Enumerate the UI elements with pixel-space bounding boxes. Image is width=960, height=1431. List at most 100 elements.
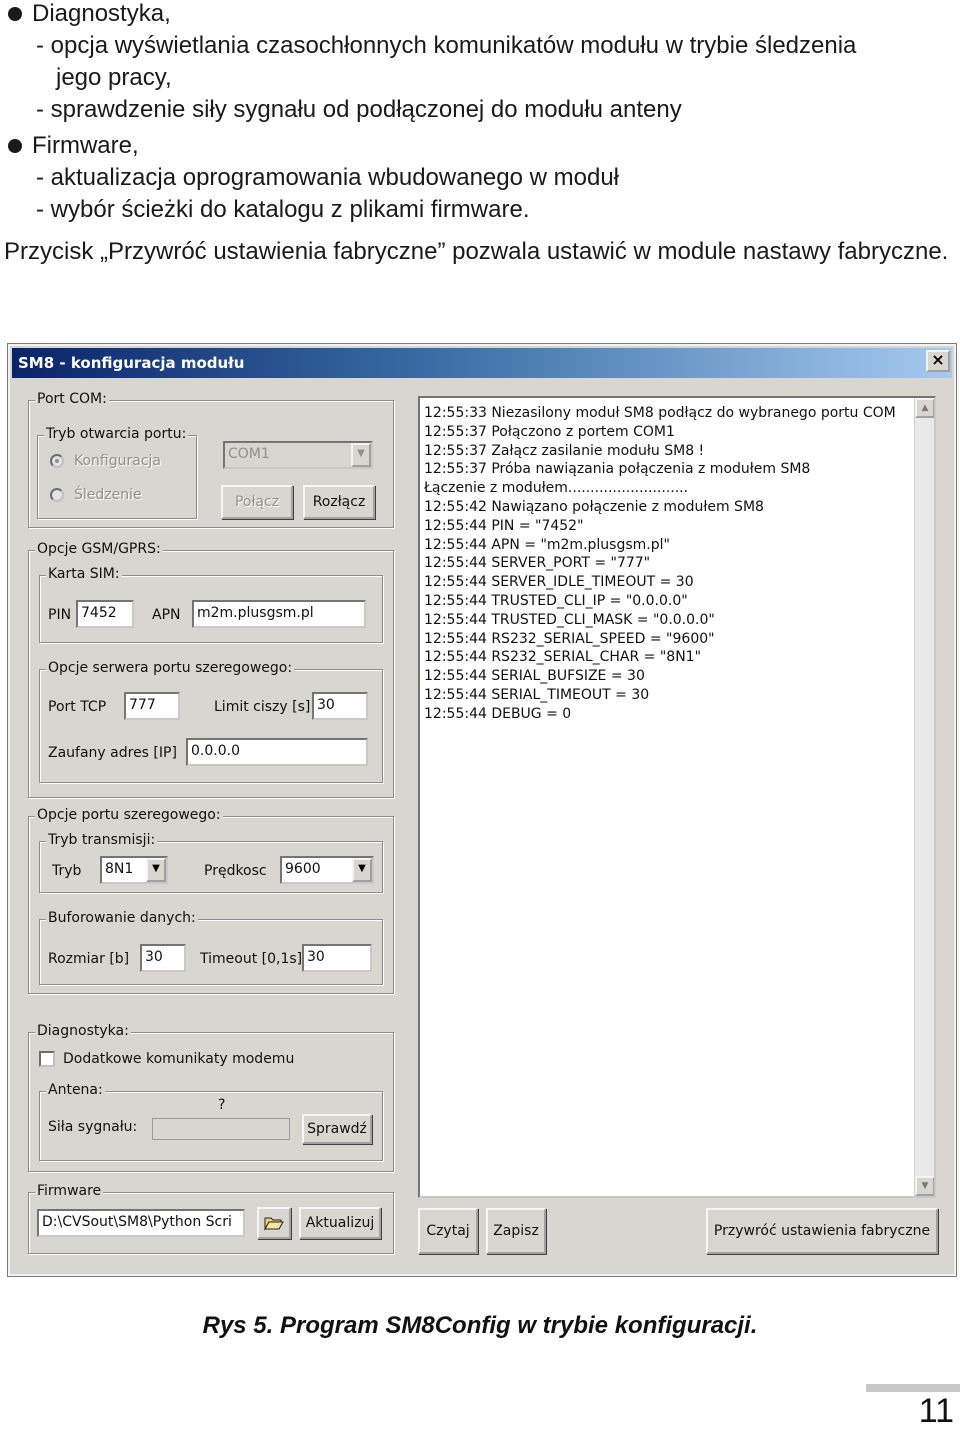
pin-field[interactable]: 7452: [76, 600, 134, 628]
log-panel[interactable]: 12:55:33 Niezasilony moduł SM8 podłącz d…: [418, 396, 936, 1198]
scroll-up-icon[interactable]: ▲: [915, 398, 934, 418]
diagnostics-group: Diagnostyka: Dodatkowe komunikaty modemu…: [28, 1023, 394, 1172]
update-firmware-button[interactable]: Aktualizuj: [299, 1207, 381, 1239]
config-window: SM8 - konfiguracja modułu × Port COM: Tr…: [7, 343, 957, 1277]
bullet-dot: [8, 139, 22, 153]
read-button[interactable]: Czytaj: [418, 1208, 478, 1254]
log-line: 12:55:33 Niezasilony moduł SM8 podłącz d…: [424, 405, 896, 421]
log-line: 12:55:37 Połączono z portem COM1: [424, 423, 675, 440]
log-line: 12:55:44 SERVER_IDLE_TIMEOUT = 30: [424, 574, 694, 591]
open-mode-group: Tryb otwarcia portu: Konfiguracja Śledze…: [37, 426, 197, 519]
log-line: 12:55:44 RS232_SERIAL_CHAR = "8N1": [424, 649, 702, 666]
extra-messages-checkbox[interactable]: [39, 1051, 55, 1067]
log-line: 12:55:44 SERVER_PORT = "777": [424, 555, 651, 572]
bullet-item: - wybór ścieżki do katalogu z plikami fi…: [36, 196, 530, 223]
firmware-title: Firmware: [35, 1183, 104, 1199]
mode-select[interactable]: 8N1 ▼: [100, 856, 168, 884]
paragraph: Przycisk „Przywróć ustawienia fabryczne”…: [4, 238, 949, 265]
chevron-down-icon[interactable]: ▼: [146, 858, 166, 882]
speed-label: Prędkosc: [204, 863, 267, 879]
scroll-down-icon[interactable]: ▼: [915, 1176, 934, 1196]
log-line: 12:55:44 PIN = "7452": [424, 517, 584, 534]
serial-server-title: Opcje serwera portu szeregowego:: [46, 660, 295, 676]
log-line: 12:55:44 TRUSTED_CLI_MASK = "0.0.0.0": [424, 611, 715, 628]
gsm-title: Opcje GSM/GPRS:: [35, 541, 163, 557]
pin-label: PIN: [48, 607, 72, 623]
buffering-group: Buforowanie danych: Rozmiar [b] 30 Timeo…: [39, 910, 383, 985]
radio-trace[interactable]: [50, 488, 64, 502]
bullet-diagnostyka: Diagnostyka,: [8, 0, 171, 28]
log-line: 12:55:44 SERIAL_BUFSIZE = 30: [424, 668, 645, 685]
bullet-title: Firmware,: [32, 132, 139, 159]
transmission-mode-title: Tryb transmisji:: [46, 832, 158, 848]
speed-select-value: 9600: [285, 861, 321, 877]
log-line: 12:55:42 Nawiązano połączenie z modułem …: [424, 498, 764, 515]
diagnostics-title: Diagnostyka:: [35, 1023, 131, 1039]
folder-open-icon: [264, 1217, 284, 1231]
check-signal-button[interactable]: Sprawdź: [302, 1114, 372, 1144]
bullet-firmware: Firmware,: [8, 132, 139, 160]
log-line: 12:55:44 TRUSTED_CLI_IP = "0.0.0.0": [424, 592, 688, 609]
radio-config-label: Konfiguracja: [74, 453, 162, 469]
timeout-field[interactable]: 30: [302, 944, 372, 972]
speed-select[interactable]: 9600 ▼: [280, 856, 374, 884]
trusted-ip-label: Zaufany adres [IP]: [48, 745, 177, 761]
restore-defaults-button[interactable]: Przywróć ustawienia fabryczne: [706, 1208, 938, 1254]
bullet-dot: [8, 7, 22, 21]
log-line: 12:55:44 APN = "m2m.plusgsm.pl": [424, 536, 670, 553]
disconnect-button[interactable]: Rozłącz: [303, 485, 375, 519]
bullet-item: jego pracy,: [56, 64, 172, 91]
log-line: 12:55:37 Załącz zasilanie modułu SM8 !: [424, 442, 705, 459]
serial-server-group: Opcje serwera portu szeregowego: Port TC…: [39, 660, 383, 783]
log-line: 12:55:37 Próba nawiązania połączenia z m…: [424, 461, 811, 478]
antenna-title: Antena:: [46, 1082, 105, 1098]
chevron-down-icon[interactable]: ▼: [352, 858, 372, 882]
serial-options-title: Opcje portu szeregowego:: [35, 807, 223, 823]
sim-group: Karta SIM: PIN 7452 APN m2m.plusgsm.pl: [39, 566, 383, 643]
radio-trace-label: Śledzenie: [74, 487, 142, 503]
transmission-mode-group: Tryb transmisji: Tryb 8N1 ▼ Prędkosc 960…: [39, 832, 383, 893]
buffer-size-field[interactable]: 30: [140, 944, 186, 972]
page-number: 11: [918, 1392, 954, 1430]
log-line: 12:55:44 DEBUG = 0: [424, 705, 572, 722]
apn-field[interactable]: m2m.plusgsm.pl: [192, 600, 366, 628]
signal-label: Siła sygnału:: [48, 1119, 138, 1135]
log-line: 12:55:44 RS232_SERIAL_SPEED = "9600": [424, 630, 715, 647]
firmware-group: Firmware D:\CVSout\SM8\Python Scri Aktua…: [28, 1183, 394, 1254]
window-title: SM8 - konfiguracja modułu: [18, 354, 245, 372]
firmware-path-field[interactable]: D:\CVSout\SM8\Python Scri: [37, 1209, 245, 1237]
port-select-value: COM1: [228, 446, 270, 462]
signal-meter: [152, 1118, 290, 1140]
silence-limit-label: Limit ciszy [s]: [214, 699, 311, 715]
silence-limit-field[interactable]: 30: [312, 692, 368, 720]
extra-messages-label: Dodatkowe komunikaty modemu: [63, 1051, 295, 1067]
close-button[interactable]: ×: [926, 350, 950, 372]
mode-label: Tryb: [52, 863, 82, 879]
chevron-down-icon[interactable]: ▼: [351, 443, 371, 467]
port-com-title: Port COM:: [35, 391, 109, 407]
bullet-item: - aktualizacja oprogramowania wbudowaneg…: [36, 164, 619, 191]
buffering-title: Buforowanie danych:: [46, 910, 198, 926]
open-mode-title: Tryb otwarcia portu:: [44, 426, 189, 442]
buffer-size-label: Rozmiar [b]: [48, 951, 130, 967]
trusted-ip-field[interactable]: 0.0.0.0: [186, 738, 368, 766]
timeout-label: Timeout [0,1s]: [200, 951, 303, 967]
gsm-group: Opcje GSM/GPRS: Karta SIM: PIN 7452 APN …: [28, 541, 394, 798]
connect-button[interactable]: Połącz: [221, 485, 293, 519]
log-scrollbar[interactable]: ▲ ▼: [914, 398, 934, 1196]
log-lines: 12:55:33 Niezasilony moduł SM8 podłącz d…: [424, 404, 910, 724]
mode-select-value: 8N1: [105, 861, 134, 877]
browse-button[interactable]: [257, 1207, 291, 1239]
sim-title: Karta SIM:: [46, 566, 122, 582]
antenna-group: Antena: ? Siła sygnału: Sprawdź: [39, 1082, 383, 1161]
bullet-item: - opcja wyświetlania czasochłonnych komu…: [36, 32, 857, 59]
tcp-port-field[interactable]: 777: [124, 692, 180, 720]
write-button[interactable]: Zapisz: [486, 1208, 546, 1254]
radio-config[interactable]: [50, 454, 64, 468]
bullet-item: - sprawdzenie siły sygnału od podłączone…: [36, 96, 682, 123]
serial-options-group: Opcje portu szeregowego: Tryb transmisji…: [28, 807, 394, 994]
port-select[interactable]: COM1 ▼: [223, 441, 373, 469]
signal-unknown: ?: [218, 1097, 226, 1113]
port-com-group: Port COM: Tryb otwarcia portu: Konfigura…: [28, 391, 394, 528]
figure-caption: Rys 5. Program SM8Config w trybie konfig…: [202, 1312, 758, 1339]
